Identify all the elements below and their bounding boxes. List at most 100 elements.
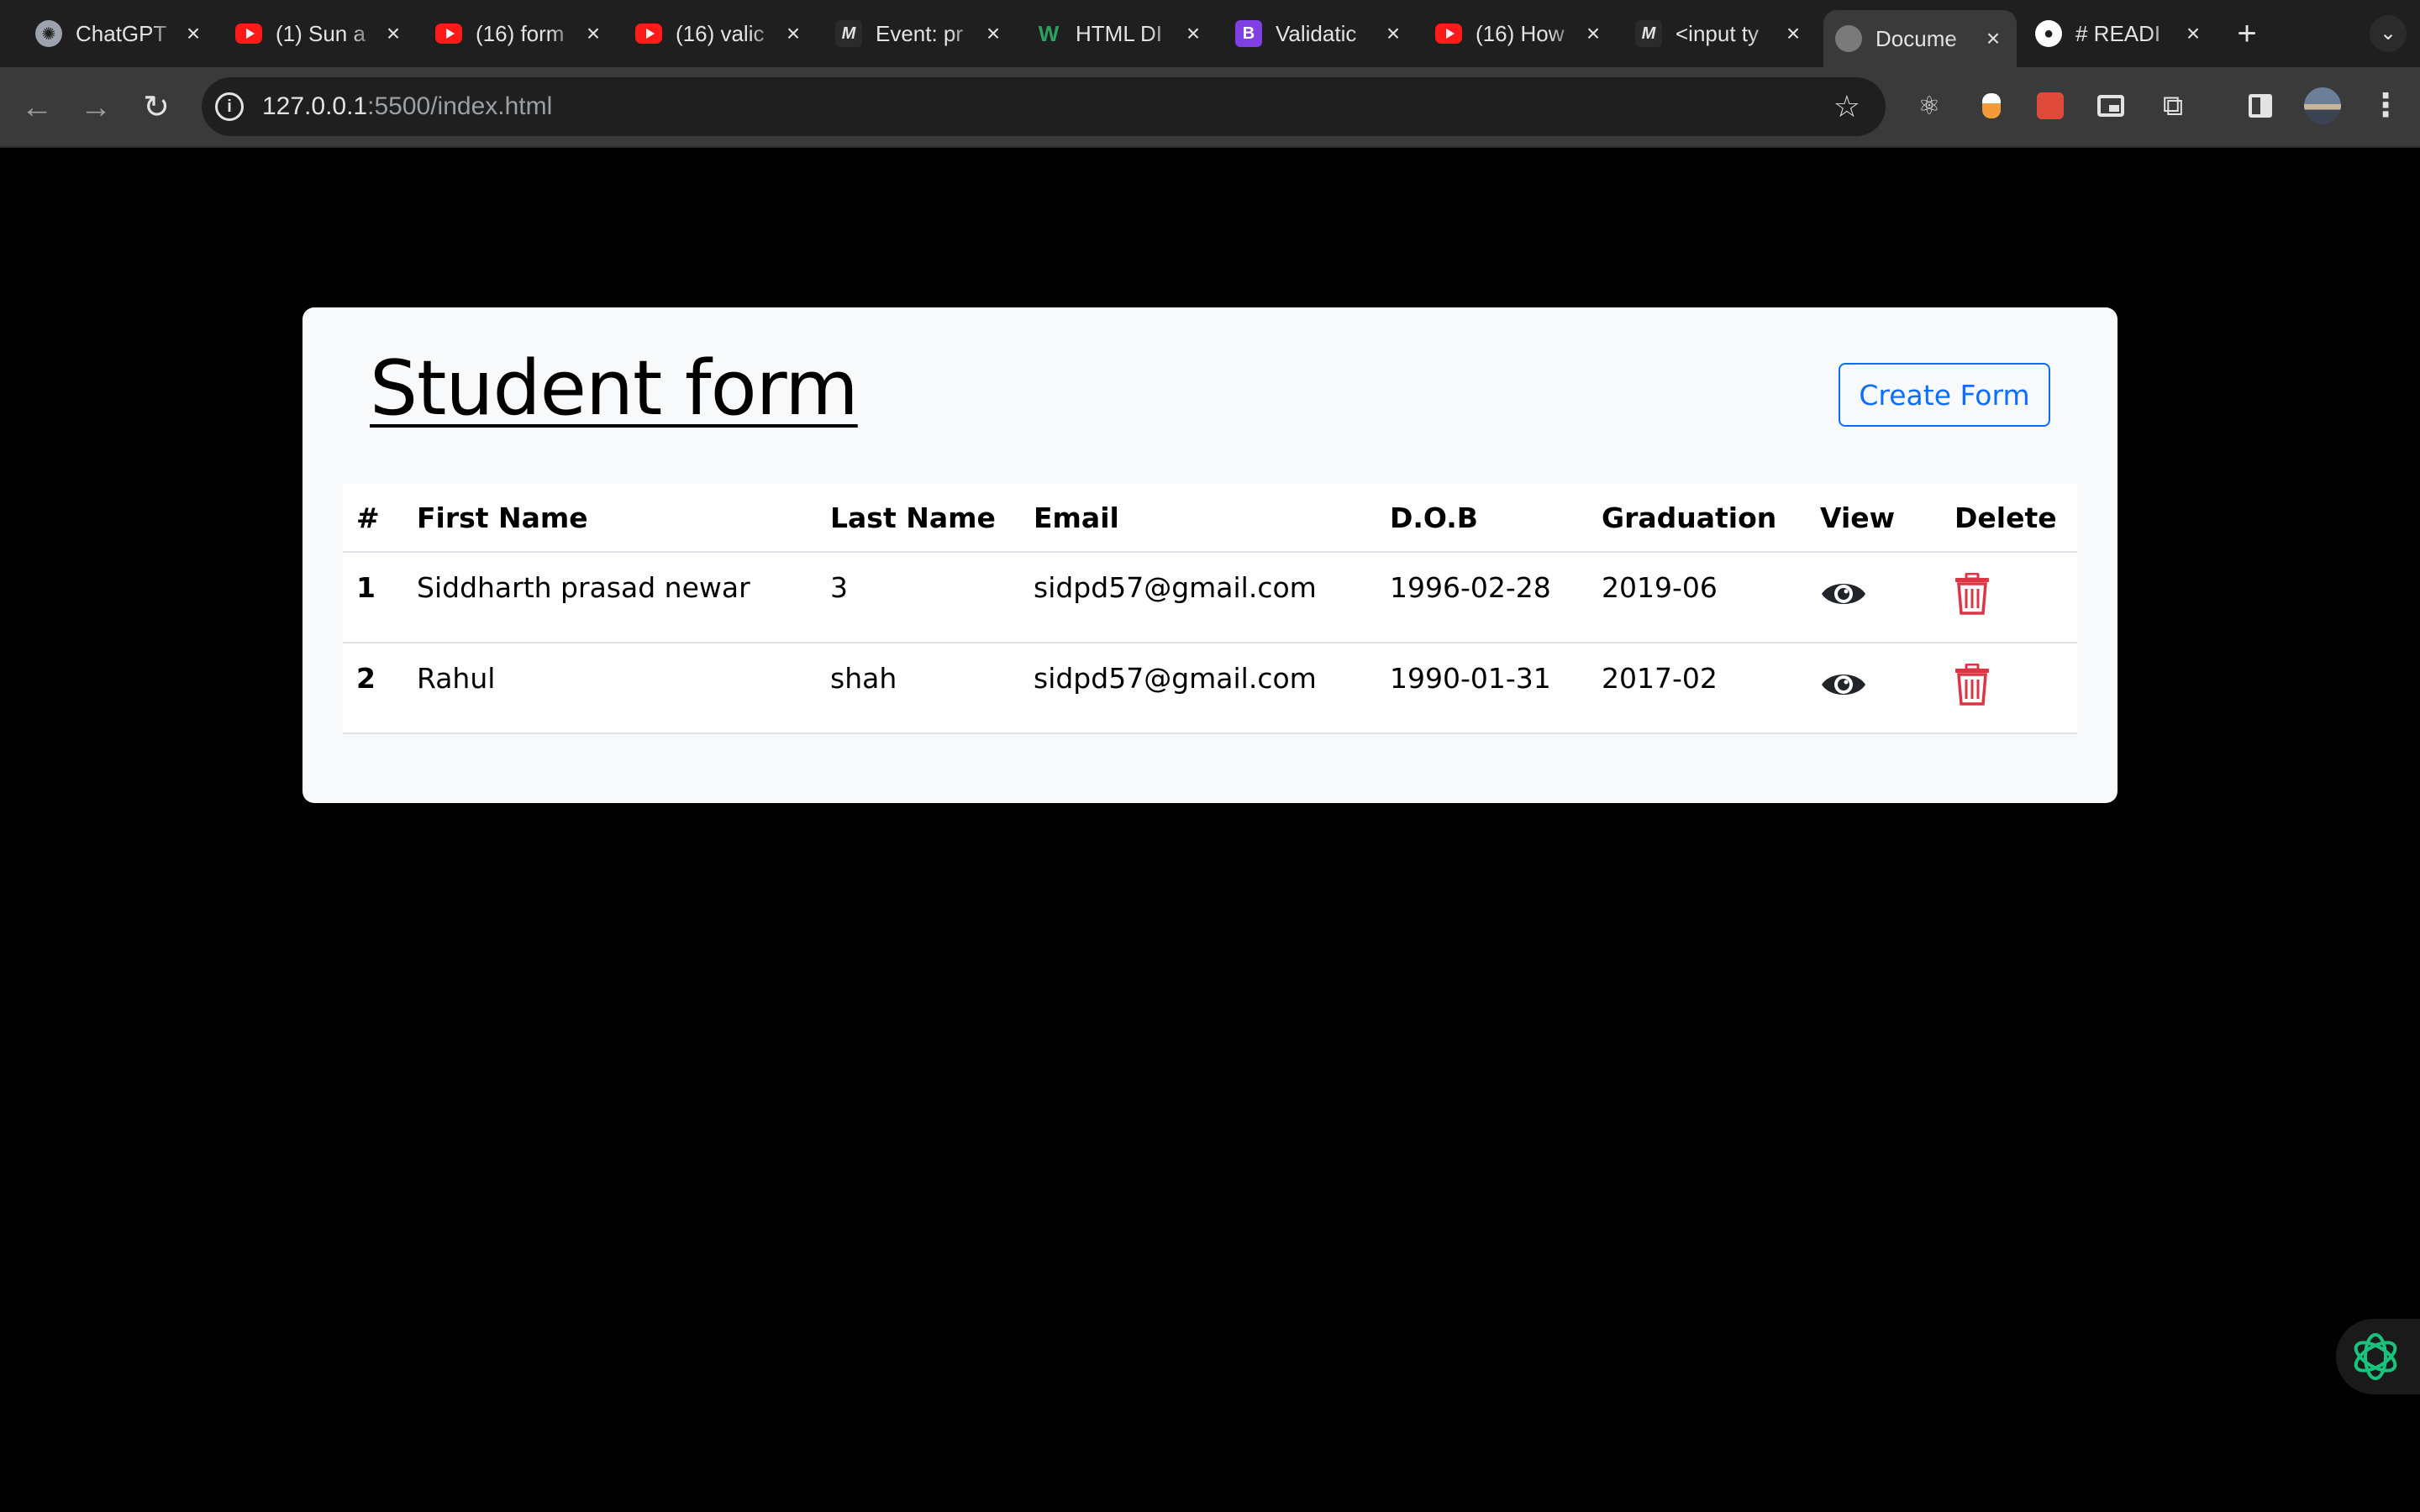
row-index: 1	[343, 552, 403, 643]
header-last-name: Last Name	[817, 484, 1020, 553]
close-icon[interactable]: ×	[1581, 20, 1605, 47]
header-first-name: First Name	[403, 484, 817, 553]
row-last-name: 3	[817, 552, 1020, 643]
picture-in-picture-icon[interactable]	[2094, 89, 2128, 123]
tab-search-button[interactable]: ⌄	[2370, 15, 2407, 52]
side-panel-icon[interactable]	[2244, 89, 2277, 123]
w3schools-icon: W	[1038, 20, 1060, 46]
tab-youtube-3[interactable]: (16) valic ×	[623, 12, 817, 55]
header-view: View	[1807, 484, 1941, 553]
tab-mdn-input[interactable]: M <input ty ×	[1623, 12, 1817, 55]
tab-youtube-1[interactable]: (1) Sun a ×	[224, 12, 417, 55]
row-delete-cell	[1941, 552, 2077, 643]
tab-title: (16) valic	[676, 20, 765, 46]
header-graduation: Graduation	[1588, 484, 1807, 553]
url-path: :5500/index.html	[367, 92, 553, 120]
tab-title: (1) Sun a	[276, 20, 366, 46]
row-first-name: Siddharth prasad newar	[403, 552, 817, 643]
tab-w3schools[interactable]: W HTML DI ×	[1023, 12, 1217, 55]
delete-trash-icon[interactable]	[1954, 663, 1990, 712]
browser-menu-icon[interactable]: ⋮	[2370, 84, 2402, 128]
close-icon[interactable]: ×	[781, 20, 805, 47]
tab-title: (16) form	[476, 20, 565, 46]
tab-title: HTML DI	[1076, 20, 1163, 46]
new-tab-button[interactable]: +	[2230, 17, 2264, 50]
youtube-icon	[635, 24, 662, 44]
forward-button[interactable]: →	[76, 87, 116, 128]
page-title: Student form	[370, 344, 859, 433]
tab-youtube-4[interactable]: (16) How ×	[1423, 12, 1617, 55]
tab-title: Validatic	[1276, 20, 1357, 46]
close-icon[interactable]: ×	[1181, 20, 1205, 47]
row-graduation: 2017-02	[1588, 643, 1807, 734]
row-delete-cell	[1941, 643, 2077, 734]
close-icon[interactable]: ×	[381, 20, 405, 47]
chatgpt-logo-icon	[2354, 1333, 2397, 1380]
url-host: 127.0.0.1	[262, 92, 368, 120]
tab-github[interactable]: ● # READI ×	[2023, 12, 2217, 55]
tab-document-active[interactable]: Docume ×	[1823, 10, 2017, 67]
close-icon[interactable]: ×	[1781, 20, 1805, 47]
back-button[interactable]: ←	[17, 87, 57, 128]
close-icon[interactable]: ×	[1381, 20, 1405, 47]
tab-chatgpt[interactable]: ✺ ChatGPT ×	[24, 12, 217, 55]
tab-title: (16) How	[1476, 20, 1565, 46]
chatgpt-sidebar-button[interactable]	[2336, 1319, 2420, 1394]
react-devtools-icon[interactable]: ⚛	[1912, 89, 1946, 123]
row-first-name: Rahul	[403, 643, 817, 734]
tab-title: <input ty	[1676, 20, 1760, 46]
youtube-icon	[235, 24, 262, 44]
view-eye-icon[interactable]	[1820, 668, 1867, 708]
bootstrap-icon: B	[1235, 20, 1262, 47]
profile-avatar[interactable]	[2304, 87, 2341, 124]
github-icon: ●	[2035, 20, 2062, 47]
close-icon[interactable]: ×	[981, 20, 1005, 47]
chatgpt-icon: ✺	[35, 20, 62, 47]
close-icon[interactable]: ×	[2181, 20, 2205, 47]
student-form-card: Student form Create Form # First Name La…	[302, 307, 2118, 803]
mdn-icon: M	[1635, 20, 1662, 47]
tab-bootstrap[interactable]: B Validatic ×	[1223, 12, 1417, 55]
site-info-icon[interactable]: i	[215, 92, 244, 121]
tab-youtube-2[interactable]: (16) form ×	[424, 12, 617, 55]
extension-orange-icon[interactable]	[1975, 89, 2008, 123]
row-view-cell	[1807, 643, 1941, 734]
tab-title: ChatGPT	[76, 20, 167, 46]
tab-title: Event: pr	[876, 20, 964, 46]
tab-strip: ✺ ChatGPT × (1) Sun a × (16) form × (16)…	[0, 0, 2420, 67]
close-icon[interactable]: ×	[1981, 25, 2005, 52]
browser-toolbar: ← → ↻ i 127.0.0.1 :5500/index.html ☆ ⚛ ⧉	[0, 67, 2420, 148]
header-index: #	[343, 484, 403, 553]
close-icon[interactable]: ×	[581, 20, 605, 47]
table-row: 1 Siddharth prasad newar 3 sidpd57@gmail…	[343, 552, 2077, 643]
students-table: # First Name Last Name Email D.O.B Gradu…	[343, 484, 2077, 734]
bookmark-star-icon[interactable]: ☆	[1833, 89, 1860, 124]
table-row: 2 Rahul shah sidpd57@gmail.com 1990-01-3…	[343, 643, 2077, 734]
tab-title: Docume	[1876, 25, 1957, 51]
create-form-button[interactable]: Create Form	[1839, 363, 2050, 427]
row-graduation: 2019-06	[1588, 552, 1807, 643]
globe-icon	[1835, 25, 1862, 52]
row-email: sidpd57@gmail.com	[1020, 643, 1376, 734]
reload-button[interactable]: ↻	[136, 87, 176, 128]
row-dob: 1996-02-28	[1376, 552, 1588, 643]
address-bar[interactable]: i 127.0.0.1 :5500/index.html ☆	[202, 77, 1886, 136]
youtube-icon	[435, 24, 462, 44]
tab-mdn-event[interactable]: M Event: pr ×	[823, 12, 1017, 55]
row-dob: 1990-01-31	[1376, 643, 1588, 734]
header-dob: D.O.B	[1376, 484, 1588, 553]
row-email: sidpd57@gmail.com	[1020, 552, 1376, 643]
view-eye-icon[interactable]	[1820, 577, 1867, 617]
header-email: Email	[1020, 484, 1376, 553]
delete-trash-icon[interactable]	[1954, 572, 1990, 622]
row-last-name: shah	[817, 643, 1020, 734]
row-index: 2	[343, 643, 403, 734]
extensions-puzzle-icon[interactable]: ⧉	[2156, 89, 2190, 123]
youtube-icon	[1435, 24, 1462, 44]
close-icon[interactable]: ×	[182, 20, 205, 47]
mdn-icon: M	[835, 20, 862, 47]
tab-title: # READI	[2075, 20, 2161, 46]
todoist-icon[interactable]	[2033, 89, 2067, 123]
row-view-cell	[1807, 552, 1941, 643]
table-header-row: # First Name Last Name Email D.O.B Gradu…	[343, 484, 2077, 553]
